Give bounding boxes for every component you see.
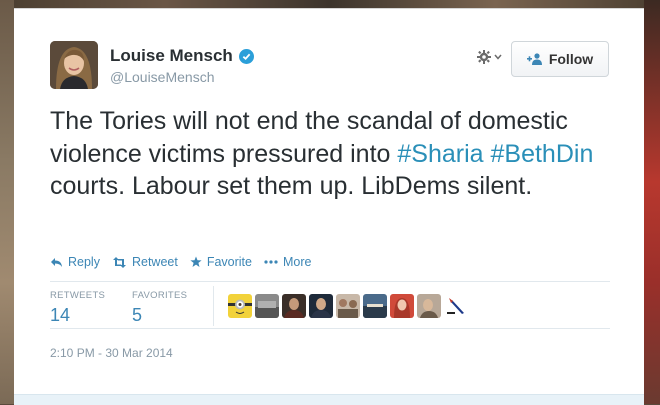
hashtag-sharia[interactable]: #Sharia bbox=[397, 140, 483, 168]
more-dots-icon bbox=[264, 260, 278, 264]
favorites-stat[interactable]: FAVORITES 5 bbox=[132, 290, 187, 326]
tweet-text-part2: courts. Labour set them up. LibDems sile… bbox=[50, 172, 533, 200]
hashtag-bethdin[interactable]: #BethDin bbox=[491, 140, 594, 168]
background-top bbox=[0, 0, 660, 8]
display-name[interactable]: Louise Mensch bbox=[110, 46, 233, 66]
verified-badge-icon bbox=[238, 48, 254, 64]
favoriter-avatar[interactable] bbox=[444, 294, 468, 318]
favoriter-avatar[interactable] bbox=[363, 294, 387, 318]
retweet-label: Retweet bbox=[131, 255, 178, 269]
favorites-count: 5 bbox=[132, 305, 143, 325]
tweet-text-space bbox=[484, 140, 491, 168]
favoriter-avatar[interactable] bbox=[255, 294, 279, 318]
person-avatar-icon bbox=[282, 294, 306, 318]
add-user-icon bbox=[526, 53, 542, 65]
follow-button-label: Follow bbox=[548, 51, 594, 67]
star-icon bbox=[190, 256, 202, 267]
favoriter-avatar[interactable] bbox=[309, 294, 333, 318]
background-right bbox=[644, 0, 660, 404]
logo-avatar-icon bbox=[444, 294, 468, 318]
person-avatar-icon bbox=[417, 294, 441, 318]
reply-label: Reply bbox=[68, 255, 100, 269]
person-avatar-icon bbox=[390, 294, 414, 318]
retweet-icon bbox=[112, 256, 126, 268]
favoriter-avatar[interactable] bbox=[336, 294, 360, 318]
reply-button[interactable]: Reply bbox=[50, 255, 100, 269]
retweets-label: RETWEETS bbox=[50, 290, 106, 301]
favoriters-avatars bbox=[228, 294, 468, 318]
avatar[interactable] bbox=[50, 41, 98, 89]
tweet-actions: Reply Retweet Favorite More bbox=[50, 255, 323, 269]
tweet-timestamp[interactable]: 2:10 PM - 30 Mar 2014 bbox=[50, 346, 173, 360]
scenery-avatar-icon bbox=[363, 294, 387, 318]
favoriter-avatar[interactable] bbox=[417, 294, 441, 318]
landscape-avatar-icon bbox=[255, 294, 279, 318]
stats-divider bbox=[213, 286, 214, 326]
divider-top bbox=[50, 281, 610, 282]
reply-icon bbox=[51, 257, 62, 267]
chevron-down-icon bbox=[494, 54, 502, 60]
more-button[interactable]: More bbox=[264, 255, 311, 269]
more-label: More bbox=[282, 255, 312, 269]
divider-bottom bbox=[50, 328, 610, 329]
tweet-text: The Tories will not end the scandal of d… bbox=[50, 105, 610, 203]
retweet-button[interactable]: Retweet bbox=[112, 255, 178, 269]
avatar-photo bbox=[50, 41, 98, 89]
user-actions-menu[interactable] bbox=[476, 49, 502, 65]
group-avatar-icon bbox=[336, 294, 360, 318]
gear-icon bbox=[477, 50, 491, 64]
favoriter-avatar[interactable] bbox=[282, 294, 306, 318]
retweets-count: 14 bbox=[50, 305, 71, 325]
favoriter-avatar[interactable] bbox=[228, 294, 252, 318]
retweets-stat[interactable]: RETWEETS 14 bbox=[50, 290, 105, 326]
user-handle[interactable]: @LouiseMensch bbox=[110, 69, 215, 85]
name-row: Louise Mensch bbox=[110, 45, 254, 67]
favoriter-avatar[interactable] bbox=[390, 294, 414, 318]
favorites-label: FAVORITES bbox=[132, 290, 188, 301]
tweet-card: Louise Mensch @LouiseMensch Follow The T… bbox=[14, 8, 644, 405]
favorite-label: Favorite bbox=[206, 255, 252, 269]
person-avatar-icon bbox=[309, 294, 333, 318]
reply-strip bbox=[14, 394, 644, 405]
follow-button[interactable]: Follow bbox=[511, 41, 609, 77]
minion-avatar-icon bbox=[228, 294, 252, 318]
favorite-button[interactable]: Favorite bbox=[190, 255, 252, 269]
background-left bbox=[0, 0, 14, 404]
